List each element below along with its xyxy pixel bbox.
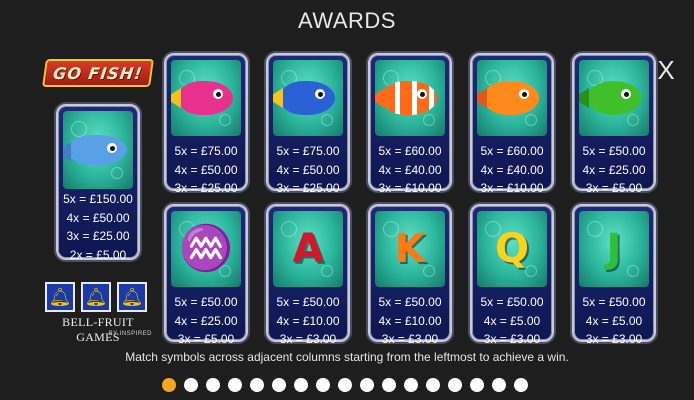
paytable-card: Q 5x = £50.00 4x = £5.00 3x = £3.00 [470,204,554,346]
brand-name: BELL-FRUIT GAMES [62,315,134,344]
seahorse-icon: ♒ [178,224,234,273]
pay-line: 5x = £60.00 [480,144,544,158]
pay-line: 3x = £10.00 [378,181,442,195]
symbol-art: ♒ [171,211,241,287]
pay-line: 5x = £50.00 [276,295,340,309]
pay-line: 4x = £50.00 [174,162,238,177]
featured-paytable-card: 5x = £150.00 4x = £50.00 3x = £25.00 2x … [56,104,140,262]
page-dot[interactable] [514,378,528,392]
logo-text: GO FISH! [51,63,145,83]
pay-line: 4x = £50.00 [66,210,130,225]
page-dot[interactable] [272,378,286,392]
close-button[interactable]: X [652,56,680,84]
page-title: AWARDS [298,8,396,33]
pay-line: 3x = £25.00 [174,181,238,195]
page-dot[interactable] [316,378,330,392]
pay-line: 5x = £50.00 [582,144,646,158]
bell-icon: 🔔︎ [117,282,147,312]
shark-icon [63,135,127,165]
pay-line: 4x = £50.00 [276,162,340,177]
pay-line: 2x = £5.00 [69,247,127,262]
page-dot[interactable] [250,378,264,392]
pay-line: 5x = £50.00 [378,295,442,309]
letter-k-icon: K [394,226,426,272]
page-dot[interactable] [206,378,220,392]
page-dot[interactable] [492,378,506,392]
pay-line: 3x = £3.00 [381,332,439,346]
pay-line: 5x = £60.00 [378,144,442,158]
pay-line: 4x = £10.00 [378,313,442,328]
paytable-card: ♒ 5x = £50.00 4x = £25.00 3x = £5.00 [164,204,248,346]
pay-line: 4x = £40.00 [378,162,442,177]
symbol-art: Q [477,211,547,287]
symbol-art [273,60,343,136]
page-dot[interactable] [162,378,176,392]
page-dot[interactable] [470,378,484,392]
game-logo: GO FISH! [42,59,154,87]
bell-icon: 🔔︎ [81,282,111,312]
pay-line: 5x = £150.00 [63,192,133,206]
pay-line: 4x = £5.00 [483,313,541,328]
pay-line: 3x = £5.00 [177,332,235,346]
paytable-card: 5x = £75.00 4x = £50.00 3x = £25.00 [266,53,350,195]
bell-icon: 🔔︎ [45,282,75,312]
pay-line: 3x = £3.00 [483,332,541,346]
paytable-card: A 5x = £50.00 4x = £10.00 3x = £3.00 [266,204,350,346]
symbol-art [477,60,547,136]
pay-line: 5x = £75.00 [174,144,238,158]
paytable-card: 5x = £50.00 4x = £25.00 3x = £5.00 [572,53,656,195]
pay-line: 4x = £40.00 [480,162,544,177]
paytable-card: 5x = £60.00 4x = £40.00 3x = £10.00 [470,53,554,195]
letter-j-icon: J [606,226,622,272]
page-dot[interactable] [426,378,440,392]
win-rule-text: Match symbols across adjacent columns st… [125,350,569,364]
pay-line: 3x = £10.00 [480,181,544,195]
paytable-card: J 5x = £50.00 4x = £5.00 3x = £3.00 [572,204,656,346]
symbol-art: K [375,211,445,287]
pay-line: 4x = £25.00 [174,313,238,328]
symbol-art [579,60,649,136]
symbol-art [63,111,133,189]
page-dot[interactable] [338,378,352,392]
clownfish-icon [375,81,437,115]
symbol-art [375,60,445,136]
bell-logo: 🔔︎ 🔔︎ 🔔︎ [45,282,147,312]
pink-fish-icon [171,81,233,115]
pay-line: 3x = £5.00 [585,181,643,195]
green-fish-icon [579,81,641,115]
pay-line: 3x = £3.00 [585,332,643,346]
pay-line: 5x = £50.00 [480,295,544,309]
symbol-art: A [273,211,343,287]
symbol-art: J [579,211,649,287]
brand-byline: BY INSPIRED [108,331,152,337]
page-dot[interactable] [184,378,198,392]
pay-line: 3x = £3.00 [279,332,337,346]
pay-line: 5x = £75.00 [276,144,340,158]
pay-line: 4x = £10.00 [276,313,340,328]
page-dot[interactable] [228,378,242,392]
pay-line: 3x = £25.00 [276,181,340,195]
pagination [162,378,528,392]
orange-fish-icon [477,81,539,115]
paytable-card: 5x = £75.00 4x = £50.00 3x = £25.00 [164,53,248,195]
symbol-art [171,60,241,136]
page-dot[interactable] [294,378,308,392]
pay-line: 5x = £50.00 [582,295,646,309]
letter-a-icon: A [292,226,324,272]
pay-line: 4x = £25.00 [582,162,646,177]
page-dot[interactable] [448,378,462,392]
letter-q-icon: Q [494,226,530,272]
paytable-card: K 5x = £50.00 4x = £10.00 3x = £3.00 [368,204,452,346]
blue-fish-icon [273,81,335,115]
page-dot[interactable] [404,378,418,392]
pay-line: 4x = £5.00 [585,313,643,328]
pay-line: 3x = £25.00 [66,229,130,243]
pay-line: 5x = £50.00 [174,295,238,309]
page-dot[interactable] [360,378,374,392]
paytable-card: 5x = £60.00 4x = £40.00 3x = £10.00 [368,53,452,195]
page-dot[interactable] [382,378,396,392]
